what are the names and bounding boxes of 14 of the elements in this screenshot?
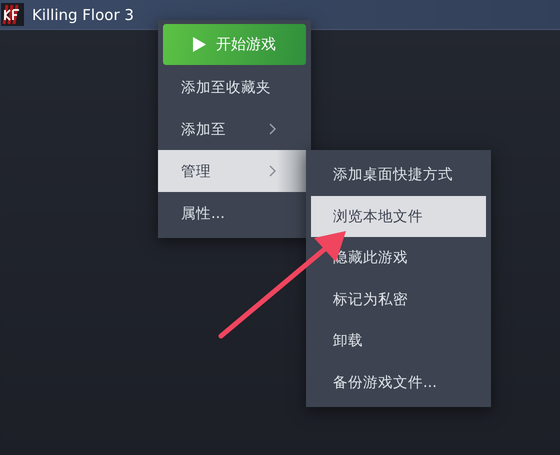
game-title: Killing Floor 3: [32, 6, 134, 24]
menu-item[interactable]: 标记为私密: [311, 278, 486, 320]
game-logo-icon: [1, 3, 24, 26]
menu-item[interactable]: 卸载: [311, 320, 486, 362]
menu-item[interactable]: 备份游戏文件...: [311, 362, 486, 403]
menu-item[interactable]: 添加至收藏夹: [158, 66, 306, 108]
menu-item[interactable]: 属性...: [158, 192, 306, 234]
chevron-right-icon: [269, 123, 276, 135]
menu-item[interactable]: 浏览本地文件: [311, 196, 486, 237]
menu-item[interactable]: 管理: [158, 150, 306, 192]
menu-item[interactable]: 添加桌面快捷方式: [311, 154, 486, 196]
menu-item[interactable]: 添加至: [158, 108, 306, 150]
play-icon: [193, 37, 206, 52]
chevron-right-icon: [269, 165, 276, 177]
